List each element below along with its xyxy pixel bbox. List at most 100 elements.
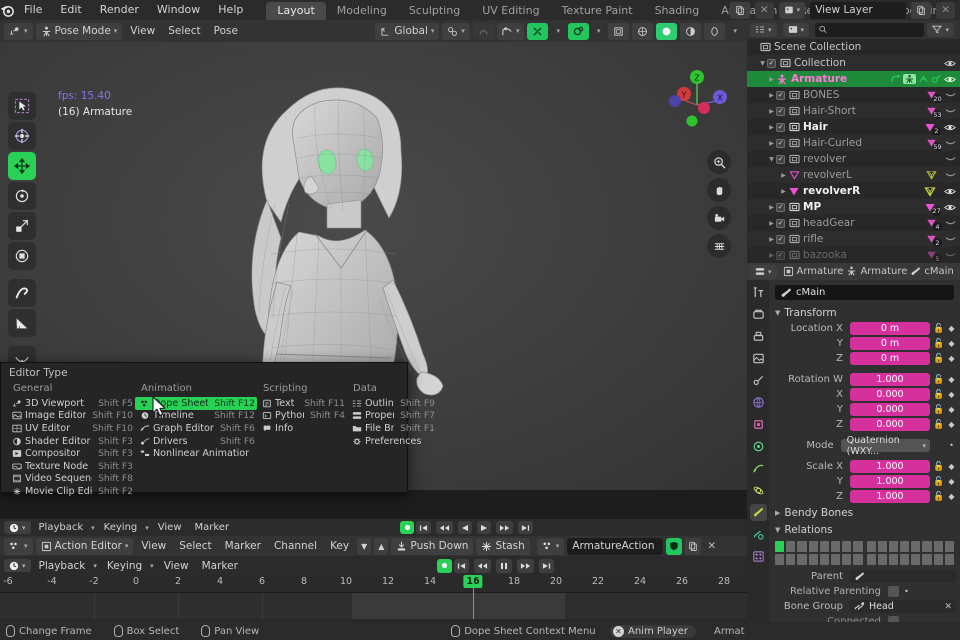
editor-type-menu[interactable]: Editor Type General 3D Viewport Shift F5… [0,362,408,493]
editor-item-preferences[interactable]: Preferences [347,435,437,448]
lock-icon[interactable]: 🔓 [933,420,944,430]
viewport-menu-view[interactable]: View [125,23,160,40]
outliner-search-input[interactable] [830,24,920,35]
animate-property-icon[interactable]: ◆ [947,420,956,429]
editor-item-graph-editor[interactable]: Graph Editor Shift F6 [135,422,257,435]
disclosure-icon[interactable]: ▶ [767,76,776,83]
tab-physics[interactable] [750,482,767,499]
disclosure-icon[interactable]: ▶ [767,220,776,227]
lock-icon[interactable]: 🔓 [933,354,944,364]
animation-data-icon[interactable] [931,74,942,84]
transform-section-header[interactable]: ▼ Transform [773,305,956,322]
bone-collections-grid[interactable] [773,539,956,570]
visibility-chevron-icon[interactable] [945,251,956,259]
playback-editor-type-button[interactable]: ▾ [4,559,31,572]
viewlayer-name-field[interactable]: View Layer [810,2,906,19]
tab-bone-constraint[interactable] [750,526,767,543]
rotation-y-field[interactable]: 0.000 [850,403,930,416]
dopesheet-playback-caret[interactable]: ▾ [93,562,97,570]
disclosure-icon[interactable]: ▶ [767,124,776,131]
scale-z-field[interactable]: 1.000 [850,490,930,503]
breadcrumb-armature-label[interactable]: Armature [860,266,907,277]
outliner-row-bazooka[interactable]: ▶ ✓ bazooka 5 [747,247,960,263]
editor-item-info[interactable]: Info [257,422,347,435]
relative-parenting-checkbox[interactable] [888,586,899,597]
timeline-keying-caret[interactable]: ▾ [145,524,149,532]
scale-tool[interactable] [8,212,36,240]
dopesheet-menu-view[interactable]: View [136,538,171,555]
workspace-tab-layout[interactable]: Layout [266,2,325,20]
visibility-eye-icon[interactable] [944,59,956,68]
outliner-row-collection[interactable]: ▼ ✓ Collection [747,55,960,71]
editor-item-compositor[interactable]: Compositor Shift F3 [7,447,135,460]
visibility-chevron-icon[interactable] [945,219,956,227]
dopesheet-prev-keyframe-button[interactable] [474,559,491,573]
dopesheet-menu-view2[interactable]: View [159,559,194,572]
snap-button[interactable]: ▾ [442,23,470,40]
timeline-editor-type-button[interactable]: ▾ [4,521,31,534]
timeline-jump-start-button[interactable] [416,521,431,534]
viewlayer-remove-button[interactable]: ✕ [936,2,955,19]
dopesheet-menu-marker[interactable]: Marker [220,538,266,555]
disclosure-icon[interactable]: ▶ [779,188,788,195]
menu-edit[interactable]: Edit [51,0,90,20]
timeline-record-button[interactable] [400,521,414,534]
disclosure-icon[interactable]: ▶ [767,252,776,259]
menu-window[interactable]: Window [148,0,209,20]
breadcrumb-armature-icon[interactable] [846,266,857,277]
timeline-play-reverse-button[interactable] [458,521,472,534]
collection-checkbox[interactable]: ✓ [776,251,785,260]
disclosure-icon[interactable]: ▶ [779,172,788,179]
editor-item-python-console[interactable]: Python Console Shift F4 [257,410,347,423]
editor-item-movie-clip-editor[interactable]: Movie Clip Editor Shift F2 [7,485,135,498]
zoom-icon[interactable] [707,150,731,174]
editor-item-outliner[interactable]: Outliner Shift F9 [347,397,437,410]
push-down-button[interactable]: Push Down [391,538,473,555]
animate-property-icon[interactable]: • [947,441,956,450]
outliner-row-hair-curled[interactable]: ▶ ✓ Hair-Curled 59 [747,135,960,151]
tab-particles[interactable] [750,460,767,477]
outliner-row-hair[interactable]: ▶ ✓ Hair 2 [747,119,960,135]
editor-item-texture-node-editor[interactable]: Texture Node Editor Shift F3 [7,460,135,473]
tab-render[interactable] [750,306,767,323]
viewlayer-browse-button[interactable]: ▾ [779,2,806,19]
disclosure-icon[interactable]: ▼ [758,60,767,67]
dopesheet-keying-caret[interactable]: ▾ [150,562,154,570]
viewport-menu-pose[interactable]: Pose [209,23,243,40]
navigation-gizmo[interactable]: Z Y X [663,67,731,135]
action-browse-up-button[interactable]: ▲ [374,538,388,555]
shading-rendered-button[interactable] [680,23,701,40]
animate-property-icon[interactable]: • [902,587,911,596]
location-y-field[interactable]: 0 m [850,337,930,350]
editor-item-uv-editor[interactable]: UV Editor Shift F10 [7,422,135,435]
lock-icon[interactable]: 🔓 [933,492,944,502]
outliner-row-bones[interactable]: ▶ ✓ BONES 20 [747,87,960,103]
rotation-w-field[interactable]: 1.000 [850,373,930,386]
outliner-editor-type-button[interactable]: ▾ [750,23,777,37]
workspace-tab-modeling[interactable]: Modeling [326,2,398,20]
blender-logo-icon[interactable] [0,0,15,20]
timeline-menu-keying[interactable]: Keying [99,521,143,534]
cursor-tool[interactable] [8,122,36,150]
collection-checkbox[interactable]: ✓ [776,219,785,228]
annotate-tool[interactable] [8,279,36,307]
editor-item-shader-editor[interactable]: Shader Editor Shift F3 [7,435,135,448]
outliner-row-mp[interactable]: ▶ ✓ MP 27 [747,199,960,215]
tab-object[interactable] [750,416,767,433]
outliner-filter-button[interactable]: ▾ [927,23,954,37]
dope-sheet-ruler[interactable]: -6 -4 -2 0 2 4 6 8 10 12 14 16 18 20 22 … [0,575,747,593]
dopesheet-menu-playback[interactable]: Playback [34,559,91,572]
tab-bone[interactable] [750,504,767,521]
scale-y-field[interactable]: 1.000 [850,475,930,488]
tab-output[interactable] [750,328,767,345]
pan-hand-icon[interactable] [707,178,731,202]
workspace-tab-sculpting[interactable]: Sculpting [398,2,471,20]
workspace-tab-texture-paint[interactable]: Texture Paint [551,2,644,20]
shading-solid-button[interactable] [632,23,653,40]
animate-property-icon[interactable]: ◆ [947,492,956,501]
editor-item-properties[interactable]: Properties Shift F7 [347,410,437,423]
viewport-menu-select[interactable]: Select [163,23,205,40]
dopesheet-pause-button[interactable] [496,559,512,573]
clear-bone-group-icon[interactable]: ✕ [944,602,952,612]
bendy-bones-section-header[interactable]: ▶ Bendy Bones [773,505,956,522]
